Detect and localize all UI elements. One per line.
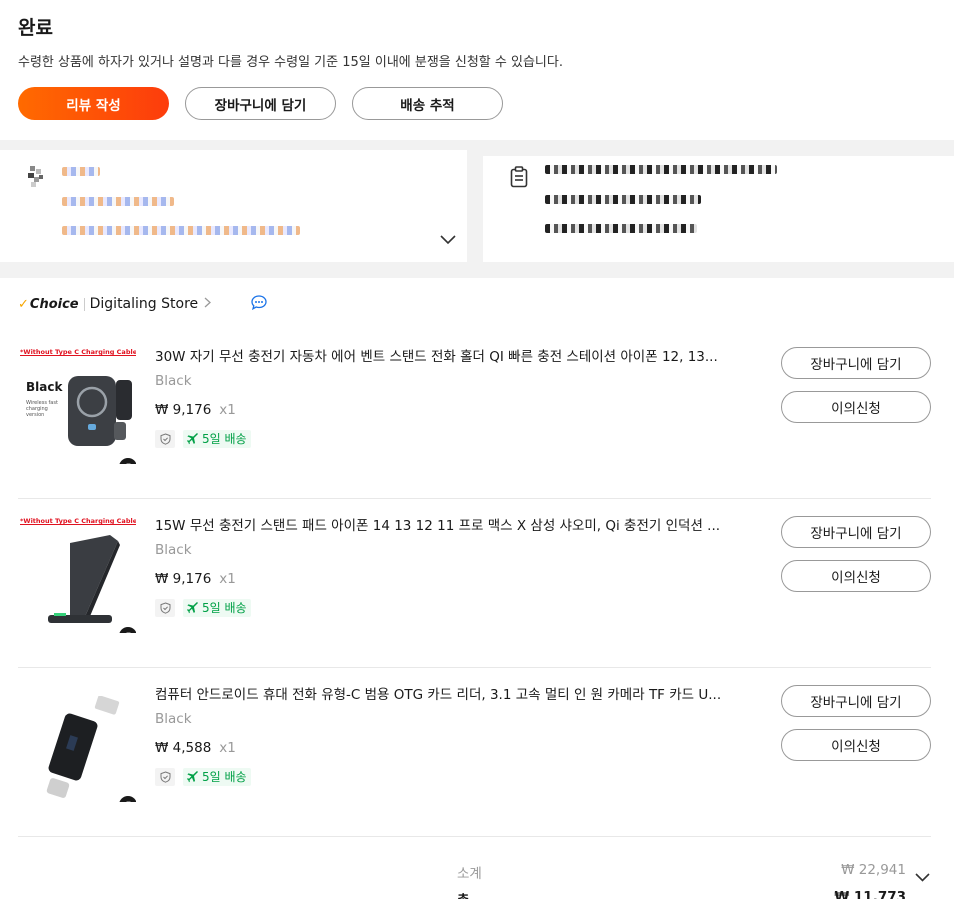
product-price: ₩ 9,176 x1 bbox=[155, 571, 236, 587]
buyer-protection-icon bbox=[155, 430, 175, 448]
item-actions: 장바구니에 담기 이의신청 bbox=[781, 516, 931, 604]
camera-icon[interactable] bbox=[119, 796, 136, 802]
write-review-button[interactable]: 리뷰 작성 bbox=[18, 87, 169, 120]
checkmark-icon: ✓ bbox=[18, 296, 29, 312]
order-items-list: *Without Type C Charging Cable Black Wir… bbox=[0, 330, 954, 837]
quantity: x1 bbox=[219, 571, 236, 587]
product-price: ₩ 4,588 x1 bbox=[155, 740, 236, 756]
product-image[interactable]: *Without Type C Charging Cable Black Wir… bbox=[20, 348, 136, 464]
airplane-icon bbox=[187, 771, 198, 783]
shipping-label: 5일 배송 bbox=[202, 432, 247, 446]
expand-address-chevron-icon[interactable] bbox=[440, 230, 456, 249]
order-status-section: 완료 수령한 상품에 하자가 있거나 설명과 다를 경우 수령일 기준 15일 … bbox=[0, 0, 954, 140]
item-actions: 장바구니에 담기 이의신청 bbox=[781, 685, 931, 773]
quantity: x1 bbox=[219, 402, 236, 418]
order-item: *Without Type C Charging Cable 15W 무선 충전… bbox=[18, 499, 931, 668]
open-dispute-button[interactable]: 이의신청 bbox=[781, 729, 931, 761]
item-tags: 5일 배송 bbox=[155, 430, 251, 448]
order-item: *Without Type C Charging Cable Black Wir… bbox=[18, 330, 931, 499]
divider bbox=[83, 297, 85, 311]
car-mount-charger-graphic bbox=[68, 376, 132, 446]
shipping-badge: 5일 배송 bbox=[183, 599, 251, 617]
promo-label: *Without Type C Charging Cable bbox=[20, 517, 136, 525]
choice-badge: ✓ Choice bbox=[18, 297, 79, 312]
order-status-title: 완료 bbox=[18, 17, 53, 39]
product-sku: Black bbox=[155, 542, 192, 558]
shipping-address-card[interactable] bbox=[0, 150, 467, 262]
order-item: 컴퓨터 안드로이드 휴대 전화 유형-C 범용 OTG 카드 리더, 3.1 고… bbox=[18, 668, 931, 837]
price-value: ₩ 9,176 bbox=[155, 402, 212, 418]
add-to-cart-button[interactable]: 장바구니에 담기 bbox=[185, 87, 336, 120]
redacted-recipient-name bbox=[62, 167, 100, 176]
camera-icon[interactable] bbox=[119, 627, 136, 633]
shipping-label: 5일 배송 bbox=[202, 601, 247, 615]
otg-card-reader-graphic bbox=[46, 696, 120, 798]
airplane-icon bbox=[187, 433, 198, 445]
subtotal-value: ₩ 22,941 bbox=[841, 862, 906, 878]
quantity: x1 bbox=[219, 740, 236, 756]
open-dispute-button[interactable]: 이의신청 bbox=[781, 560, 931, 592]
order-number-card bbox=[483, 156, 954, 262]
image-variant-label: Black bbox=[26, 380, 63, 394]
order-info-band bbox=[0, 140, 954, 278]
buyer-protection-icon bbox=[155, 768, 175, 786]
product-title-link[interactable]: 15W 무선 충전기 스탠드 패드 아이폰 14 13 12 11 프로 맥스 … bbox=[155, 517, 755, 535]
shipping-badge: 5일 배송 bbox=[183, 768, 251, 786]
product-sku: Black bbox=[155, 373, 192, 389]
camera-icon[interactable] bbox=[119, 458, 136, 464]
redacted-address bbox=[62, 226, 300, 235]
redacted-payment-info bbox=[545, 224, 697, 233]
price-value: ₩ 4,588 bbox=[155, 740, 212, 756]
item-tags: 5일 배송 bbox=[155, 768, 251, 786]
dispute-notice: 수령한 상품에 하자가 있거나 설명과 다를 경우 수령일 기준 15일 이내에… bbox=[18, 55, 563, 70]
shipping-label: 5일 배송 bbox=[202, 770, 247, 784]
redacted-order-number bbox=[545, 165, 777, 174]
image-variant-sub: Wireless fast charging version bbox=[26, 400, 58, 418]
chat-icon[interactable] bbox=[251, 294, 267, 314]
choice-label: Choice bbox=[29, 296, 79, 312]
total-label: 총 bbox=[457, 889, 469, 899]
item-add-to-cart-button[interactable]: 장바구니에 담기 bbox=[781, 685, 931, 717]
chevron-right-icon[interactable] bbox=[204, 296, 212, 312]
item-add-to-cart-button[interactable]: 장바구니에 담기 bbox=[781, 347, 931, 379]
item-tags: 5일 배송 bbox=[155, 599, 251, 617]
clipboard-icon bbox=[509, 166, 529, 192]
item-add-to-cart-button[interactable]: 장바구니에 담기 bbox=[781, 516, 931, 548]
open-dispute-button[interactable]: 이의신청 bbox=[781, 391, 931, 423]
product-price: ₩ 9,176 x1 bbox=[155, 402, 236, 418]
product-title-link[interactable]: 컴퓨터 안드로이드 휴대 전화 유형-C 범용 OTG 카드 리더, 3.1 고… bbox=[155, 686, 755, 704]
buyer-protection-icon bbox=[155, 599, 175, 617]
store-name-link[interactable]: Digitaling Store bbox=[90, 296, 199, 312]
store-header: ✓ Choice Digitaling Store bbox=[0, 278, 954, 330]
product-image[interactable] bbox=[20, 686, 136, 802]
order-summary: 소계 ₩ 22,941 총 ₩ 11,773 bbox=[0, 837, 954, 899]
location-icon bbox=[28, 166, 46, 194]
airplane-icon bbox=[187, 602, 198, 614]
expand-summary-chevron-icon[interactable] bbox=[915, 867, 930, 886]
charger-stand-graphic bbox=[48, 535, 120, 623]
product-title-link[interactable]: 30W 자기 무선 충전기 자동차 에어 벤트 스탠드 전화 홀더 QI 빠른 … bbox=[155, 348, 755, 366]
redacted-order-date bbox=[545, 195, 701, 204]
promo-label: *Without Type C Charging Cable bbox=[20, 348, 136, 356]
subtotal-label: 소계 bbox=[457, 866, 482, 882]
total-value: ₩ 11,773 bbox=[834, 889, 906, 899]
redacted-phone bbox=[62, 197, 174, 206]
order-actions: 리뷰 작성 장바구니에 담기 배송 추적 bbox=[18, 87, 936, 120]
product-image[interactable]: *Without Type C Charging Cable bbox=[20, 517, 136, 633]
track-shipment-button[interactable]: 배송 추적 bbox=[352, 87, 503, 120]
shipping-badge: 5일 배송 bbox=[183, 430, 251, 448]
price-value: ₩ 9,176 bbox=[155, 571, 212, 587]
product-sku: Black bbox=[155, 711, 192, 727]
item-actions: 장바구니에 담기 이의신청 bbox=[781, 347, 931, 435]
